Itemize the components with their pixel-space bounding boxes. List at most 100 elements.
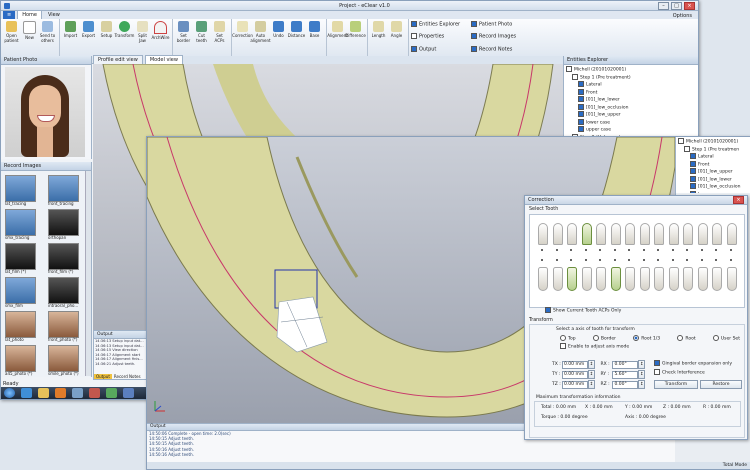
tree-node[interactable]: [01]_low_lower: [566, 96, 696, 104]
cut-teeth-button[interactable]: Cut teeth: [193, 21, 210, 43]
upper-tooth[interactable]: [726, 223, 737, 245]
options-menu[interactable]: Options: [673, 13, 692, 19]
tx-input[interactable]: 0.00 mm: [562, 361, 588, 369]
app-menu-button[interactable]: ≡: [3, 11, 16, 19]
base-button[interactable]: Base: [306, 21, 323, 38]
split-jaw-button[interactable]: Split Jaw: [134, 21, 151, 43]
tz-input[interactable]: 0.00 mm: [562, 381, 588, 389]
tab-model-view[interactable]: Model view: [144, 55, 183, 64]
properties-check[interactable]: Properties: [411, 33, 471, 43]
set-acps-button[interactable]: Set ACPs: [211, 21, 228, 43]
upper-tooth[interactable]: [538, 223, 548, 245]
tab-output[interactable]: Output: [94, 374, 112, 379]
lower-tooth[interactable]: [683, 267, 693, 291]
lower-tooth[interactable]: [726, 267, 737, 291]
lower-tooth[interactable]: [668, 267, 679, 291]
lower-tooth[interactable]: [538, 267, 548, 291]
alignment-button[interactable]: Alignment: [327, 21, 348, 38]
transform-button[interactable]: Transform: [115, 21, 134, 38]
lower-tooth[interactable]: [639, 267, 650, 291]
tz-spinner[interactable]: ↕: [588, 380, 595, 389]
tree-node[interactable]: [01]_low_upper: [566, 111, 696, 119]
tree-node-checkbox[interactable]: [690, 175, 696, 182]
gingival-row[interactable]: Gingival border expansion only: [654, 360, 732, 367]
record-image-thumbnail[interactable]: [48, 311, 79, 338]
lower-tooth[interactable]: [712, 267, 722, 291]
axis-radio-root-1-3[interactable]: Root 1/3: [633, 335, 660, 342]
upper-tooth[interactable]: [610, 223, 621, 245]
upper-tooth[interactable]: [654, 223, 664, 245]
checkbox[interactable]: [411, 21, 417, 27]
axis-radio-user-set[interactable]: User Set: [712, 335, 740, 342]
show-acps-row[interactable]: Show Current Tooth ACPs Only: [545, 307, 621, 314]
tab-view[interactable]: View: [44, 11, 64, 19]
setup-button[interactable]: Setup: [98, 21, 115, 38]
ie-icon[interactable]: [21, 388, 32, 398]
set-border-button[interactable]: Set border: [175, 21, 192, 43]
app-icon[interactable]: [106, 388, 117, 398]
lower-tooth[interactable]: [697, 267, 708, 291]
interference-row[interactable]: Check Interference: [654, 369, 705, 376]
upper-tooth[interactable]: [712, 223, 722, 245]
ty-spinner[interactable]: ↕: [588, 370, 595, 379]
close-button[interactable]: ×: [684, 1, 695, 10]
record-image-thumbnail[interactable]: [5, 311, 36, 338]
correction-button[interactable]: Correction: [232, 21, 253, 38]
tree-node[interactable]: Step 1 (Pre treatment): [566, 73, 696, 82]
rx-input[interactable]: 0.00°: [612, 361, 639, 369]
record-notes-check[interactable]: Record Notes: [471, 45, 531, 56]
axis-radio-border[interactable]: Border: [592, 335, 616, 342]
tree-node[interactable]: lower case: [566, 118, 696, 127]
minimize-button[interactable]: –: [658, 1, 669, 10]
tree-node[interactable]: Michell (20101020001): [678, 138, 749, 146]
archwire-button[interactable]: ArchWire: [151, 21, 170, 40]
lower-tooth[interactable]: [625, 267, 635, 291]
lower-tooth[interactable]: [610, 267, 621, 291]
tree-node[interactable]: Front: [678, 160, 749, 169]
upper-tooth[interactable]: [683, 223, 693, 245]
axis-radio-root[interactable]: Root: [677, 335, 696, 342]
tab-record-notes[interactable]: Record Notes: [112, 374, 143, 379]
tree-node[interactable]: [01]_low_occlusion: [566, 103, 696, 112]
length-button[interactable]: Length: [370, 21, 387, 38]
record-image-thumbnail[interactable]: [5, 175, 36, 202]
open-patient-button[interactable]: Open patient: [3, 21, 20, 43]
upper-tooth[interactable]: [625, 223, 635, 245]
tab-profile-edit-view[interactable]: Profile edit view: [93, 55, 143, 64]
tree-node[interactable]: [01]_low_lower: [678, 175, 749, 184]
media-icon[interactable]: [55, 388, 66, 398]
upper-tooth[interactable]: [581, 223, 592, 245]
upper-tooth[interactable]: [639, 223, 650, 245]
export-button[interactable]: Export: [80, 21, 97, 38]
lower-tooth[interactable]: [596, 267, 606, 291]
checkbox[interactable]: [471, 33, 477, 40]
rz-input[interactable]: 0.00°: [612, 381, 639, 389]
lower-tooth[interactable]: [654, 267, 664, 291]
restore-button[interactable]: Restore: [700, 380, 742, 389]
ty-input[interactable]: 0.00 mm: [562, 371, 588, 379]
start-button[interactable]: [4, 388, 15, 398]
lower-tooth[interactable]: [552, 267, 563, 291]
undo-button[interactable]: Undo: [270, 21, 287, 38]
app-icon[interactable]: [123, 388, 134, 398]
record-image-thumbnail[interactable]: [48, 243, 79, 270]
upper-tooth[interactable]: [697, 223, 708, 245]
tooth-selector[interactable]: [529, 214, 745, 308]
upper-tooth[interactable]: [552, 223, 563, 245]
tree-node-checkbox[interactable]: [690, 168, 696, 174]
tree-node[interactable]: Michell (20101020001): [566, 66, 696, 74]
tree-node-checkbox[interactable]: [684, 145, 690, 152]
app-icon[interactable]: [72, 388, 83, 398]
output-check[interactable]: Output: [411, 45, 471, 56]
auto-alignment-button[interactable]: Auto alignment: [250, 21, 271, 43]
adjust-axis-row[interactable]: Enable to adjust axis mode: [560, 343, 629, 350]
distance-button[interactable]: Distance: [288, 21, 305, 38]
checkbox[interactable]: [471, 21, 477, 27]
dialog-close-button[interactable]: ×: [733, 196, 744, 204]
record-image-thumbnail[interactable]: [5, 345, 36, 372]
tree-node[interactable]: [01]_low_upper: [678, 168, 749, 176]
record-image-thumbnail[interactable]: [48, 209, 79, 236]
checkbox[interactable]: [411, 45, 417, 52]
show-acps-checkbox[interactable]: [545, 307, 551, 313]
rx-spinner[interactable]: ↕: [638, 360, 646, 369]
